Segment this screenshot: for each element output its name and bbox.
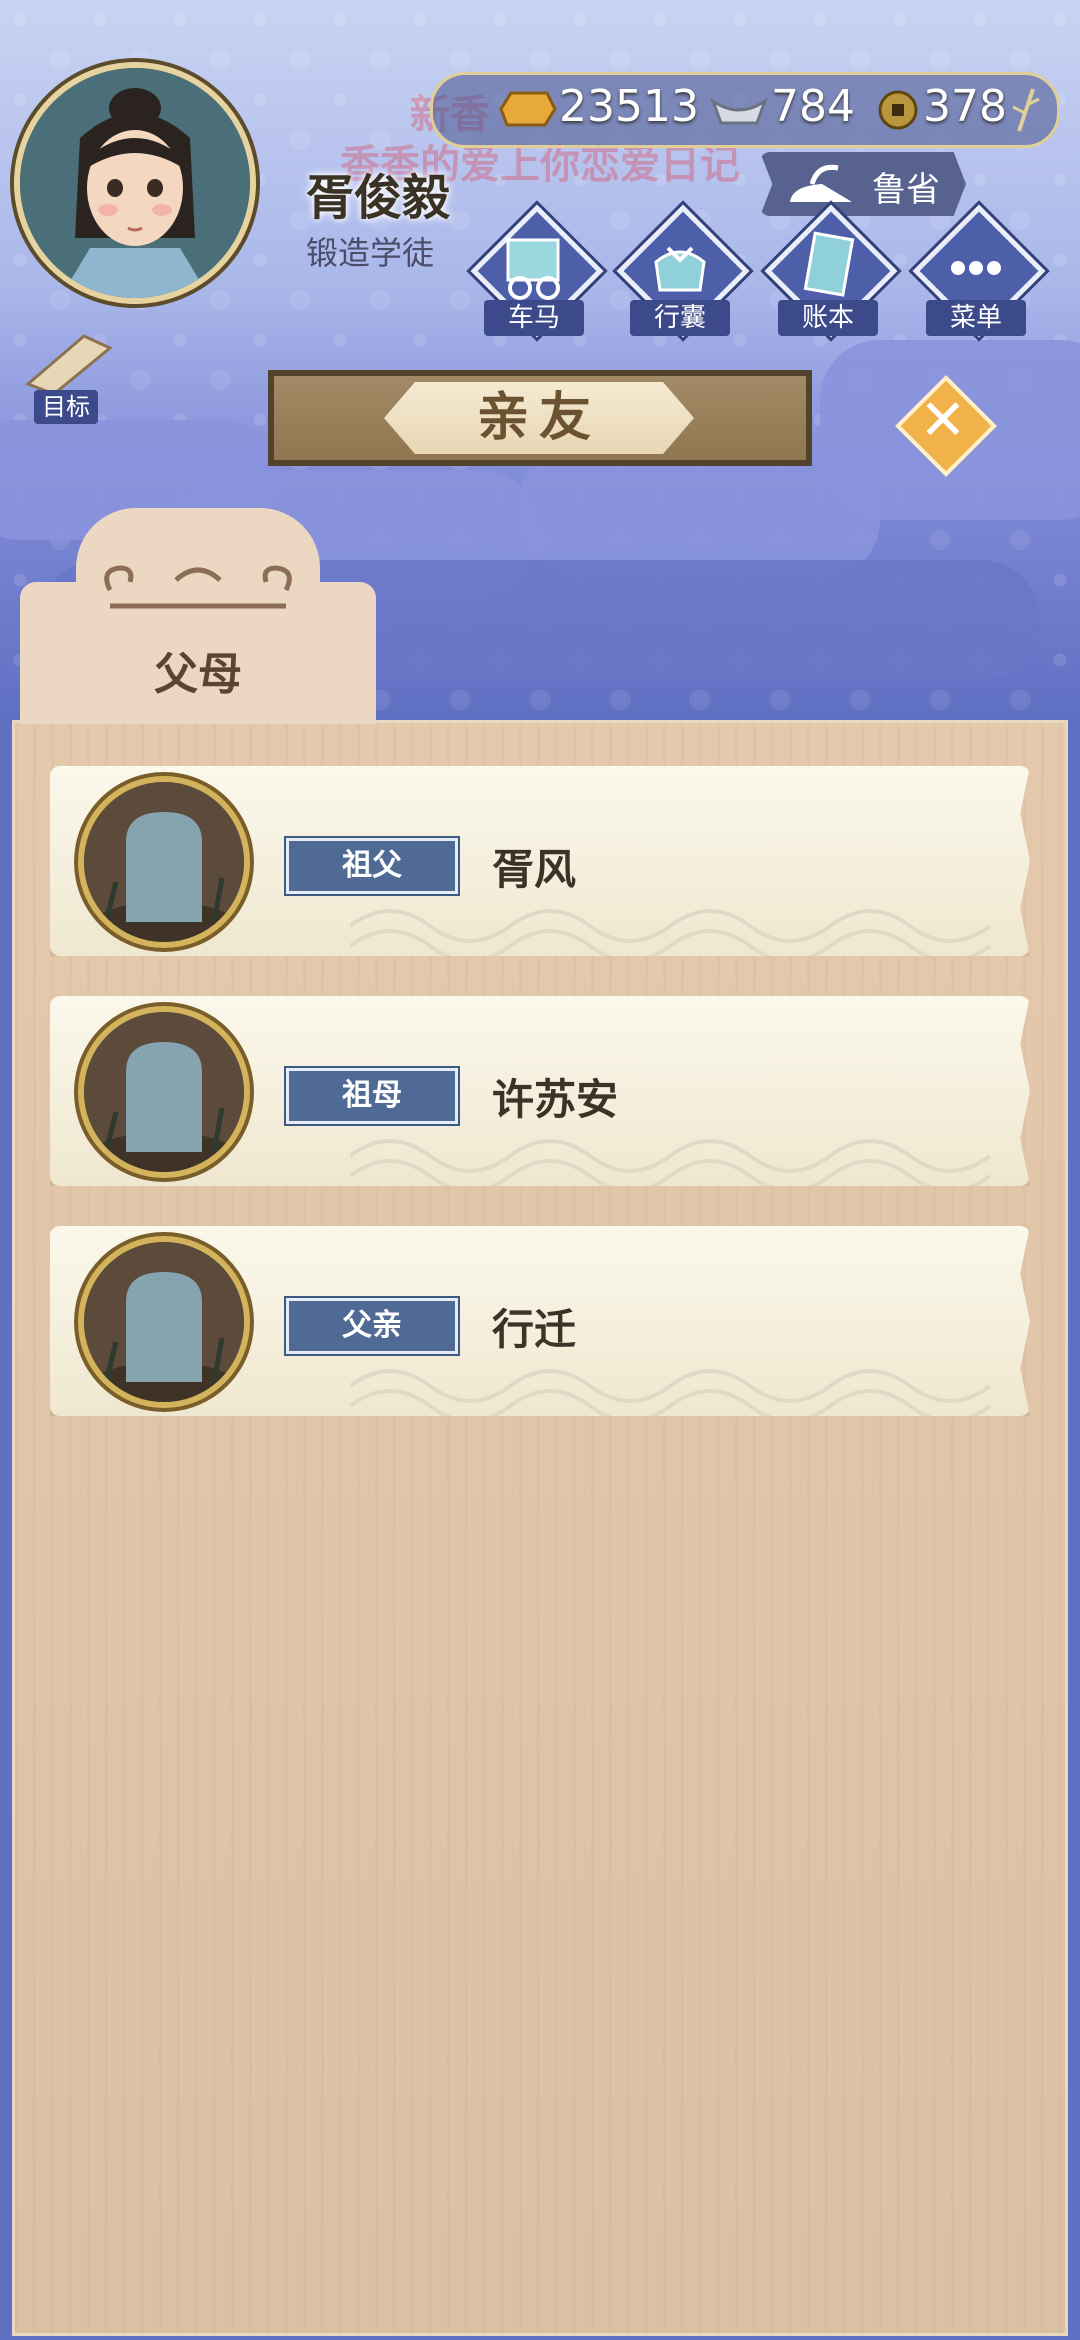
copper-coin-icon [878,90,918,130]
tombstone-icon [84,1242,244,1402]
region-indicator[interactable]: 鲁省 [760,152,966,216]
section-banner: 亲友 [268,370,812,466]
iron-icon [790,164,852,202]
player-avatar[interactable] [14,62,256,304]
relative-card[interactable]: 祖母 许苏安 [50,996,1030,1186]
silver-amount: 784 [771,81,855,132]
ledger-label: 账本 [778,300,878,336]
player-job: 锻造学徒 [306,234,435,272]
region-label: 鲁省 [872,170,940,210]
gold-ingot-icon [499,91,557,127]
gold-amount: 23513 [559,81,699,132]
menu-button[interactable]: 菜单 [912,204,1046,338]
scroll-icon [25,334,113,396]
relative-name: 胥风 [492,845,577,894]
relation-badge: 祖母 [286,1068,458,1124]
player-name: 胥俊毅 [306,170,451,226]
tab-parents[interactable]: 父母 [20,498,376,724]
relative-name: 许苏安 [492,1075,619,1124]
tab-label: 父母 [154,649,242,700]
menu-label: 菜单 [926,300,1026,336]
silver-ingot-icon [709,97,769,125]
tombstone-icon [84,1012,244,1172]
tombstone-avatar [78,1236,250,1408]
tombstone-avatar [78,1006,250,1178]
tombstone-avatar [78,776,250,948]
carriage-label: 车马 [484,300,584,336]
bamboo-icon [1012,88,1040,132]
currency-bar: 23513 784 378 [430,72,1060,148]
ledger-button[interactable]: 账本 [764,204,898,338]
relative-card[interactable]: 父亲 行迁 [50,1226,1030,1416]
copper-amount: 378 [923,81,1007,132]
tombstone-icon [84,782,244,942]
relative-card[interactable]: 祖父 胥风 [50,766,1030,956]
bundle-label: 行囊 [630,300,730,336]
section-title: 亲友 [384,382,694,454]
target-button[interactable]: 目标 [14,328,124,428]
cloud-ornament-icon [104,565,292,609]
close-icon: ✕ [919,388,967,453]
relative-name: 行迁 [492,1305,577,1354]
target-label: 目标 [34,390,98,424]
relation-badge: 祖父 [286,838,458,894]
character-portrait-icon [20,68,250,298]
bundle-button[interactable]: 行囊 [616,204,750,338]
content-panel [12,720,1068,2336]
carriage-button[interactable]: 车马 [470,204,604,338]
relation-badge: 父亲 [286,1298,458,1354]
close-button[interactable]: ✕ [895,375,997,477]
